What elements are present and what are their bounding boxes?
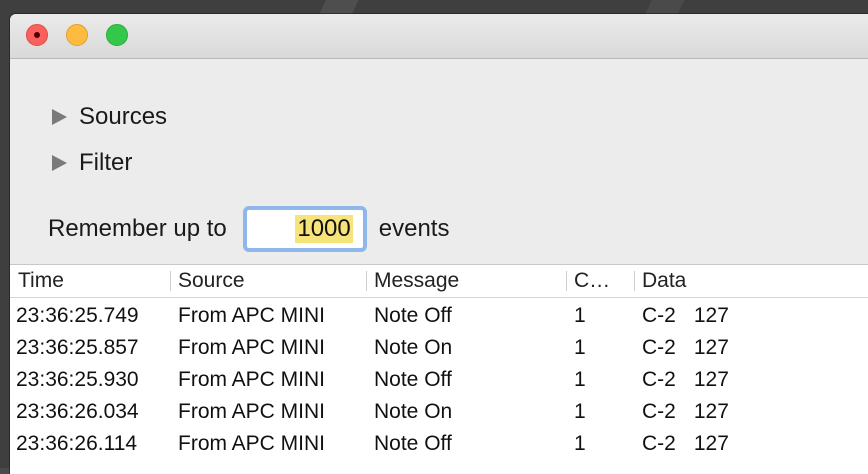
event-limit-input[interactable]: 1000 (242, 206, 367, 252)
remember-prefix-label: Remember up to (48, 215, 227, 242)
cell-data: C-2 127 (642, 330, 729, 362)
cell-source: From APC MINI (178, 432, 326, 455)
table-row[interactable]: 23:36:25.749 From APC MINI Note Off 1 C-… (10, 298, 868, 330)
events-table: Time Source Message C… Data 23:36:25.749… (10, 264, 868, 474)
column-header-channel[interactable]: C… (566, 265, 634, 297)
cell-velocity: 127 (693, 368, 729, 391)
event-limit-value[interactable]: 1000 (295, 215, 353, 243)
disclosure-triangle-icon[interactable] (52, 109, 67, 125)
cell-note: C-2 (642, 304, 676, 327)
disclosure-triangle-icon[interactable] (52, 155, 67, 171)
table-header: Time Source Message C… Data (10, 265, 868, 298)
column-header-message[interactable]: Message (366, 265, 566, 297)
table-row[interactable]: 23:36:25.857 From APC MINI Note On 1 C-2… (10, 330, 868, 362)
cell-channel: 1 (574, 432, 586, 455)
cell-note: C-2 (642, 432, 676, 455)
cell-data: C-2 127 (642, 394, 729, 426)
cell-data: C-2 127 (642, 298, 729, 330)
filter-label: Filter (79, 149, 133, 176)
minimize-window-button[interactable] (66, 24, 88, 46)
column-header-source[interactable]: Source (170, 265, 366, 297)
title-bar[interactable] (10, 14, 868, 59)
cell-velocity: 127 (693, 400, 729, 423)
table-body: 23:36:25.749 From APC MINI Note Off 1 C-… (10, 298, 868, 458)
sources-label: Sources (79, 103, 168, 130)
cell-message: Note Off (374, 432, 452, 455)
table-row[interactable]: 23:36:25.930 From APC MINI Note Off 1 C-… (10, 362, 868, 394)
cell-channel: 1 (574, 304, 586, 327)
filter-disclosure[interactable]: Filter (52, 148, 132, 178)
cell-velocity: 127 (693, 304, 729, 327)
cell-source: From APC MINI (178, 368, 326, 391)
cell-source: From APC MINI (178, 304, 326, 327)
cell-time: 23:36:25.930 (16, 368, 139, 391)
cell-data: C-2 127 (642, 362, 729, 394)
column-header-time[interactable]: Time (10, 265, 170, 297)
cell-message: Note Off (374, 368, 452, 391)
cell-note: C-2 (642, 336, 676, 359)
cell-note: C-2 (642, 400, 676, 423)
remember-events-row: Remember up to 1000 events (48, 202, 449, 256)
cell-message: Note On (374, 400, 453, 423)
table-row[interactable]: 23:36:26.114 From APC MINI Note Off 1 C-… (10, 426, 868, 458)
cell-time: 23:36:26.114 (16, 432, 138, 455)
cell-message: Note On (374, 336, 453, 359)
cell-message: Note Off (374, 304, 452, 327)
cell-note: C-2 (642, 368, 676, 391)
cell-time: 23:36:25.749 (16, 304, 139, 327)
cell-time: 23:36:25.857 (16, 336, 139, 359)
cell-channel: 1 (574, 368, 586, 391)
cell-data: C-2 127 (642, 426, 729, 458)
cell-source: From APC MINI (178, 400, 326, 423)
cell-time: 23:36:26.034 (16, 400, 139, 423)
cell-source: From APC MINI (178, 336, 326, 359)
close-window-button[interactable] (26, 24, 48, 46)
sources-disclosure[interactable]: Sources (52, 102, 167, 132)
zoom-window-button[interactable] (106, 24, 128, 46)
table-row[interactable]: 23:36:26.034 From APC MINI Note On 1 C-2… (10, 394, 868, 426)
cell-velocity: 127 (693, 336, 729, 359)
cell-channel: 1 (574, 400, 586, 423)
remember-suffix-label: events (378, 215, 450, 242)
cell-channel: 1 (574, 336, 586, 359)
cell-velocity: 127 (693, 432, 729, 455)
midi-monitor-window: Sources Filter Remember up to 1000 event… (10, 14, 868, 474)
column-header-data[interactable]: Data (634, 265, 868, 297)
